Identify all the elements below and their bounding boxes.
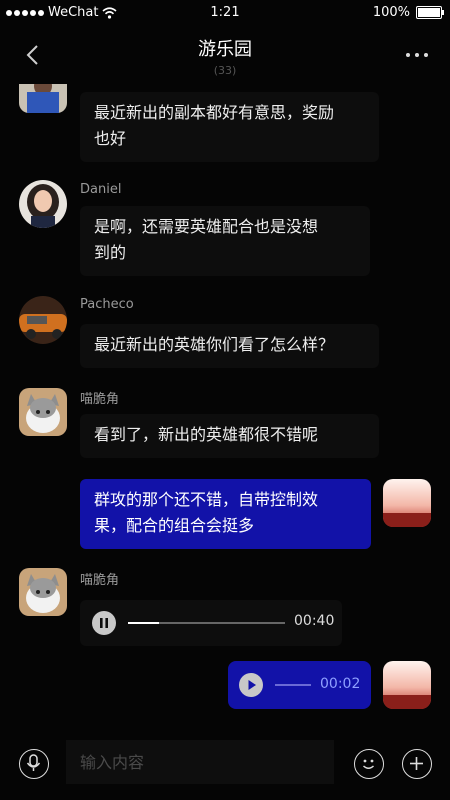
message-text: 看到了，新出的英雄都很不错呢 [94, 425, 319, 444]
message-bubble[interactable]: 看到了，新出的英雄都很不错呢 [80, 414, 379, 458]
sender-name: 喵脆角 [80, 392, 120, 407]
member-count: (33) [213, 64, 237, 77]
status-bar: WeChat 1:21 100% [0, 0, 450, 26]
message-bubble[interactable]: 是啊，还需要英雄配合也是没想 到的 [80, 206, 370, 276]
message-text: 是啊，还需要英雄配合也是没想 [94, 217, 319, 236]
voice-duration: 00:02 [320, 676, 361, 692]
plus-icon[interactable] [402, 749, 432, 779]
battery-percent: 100% [372, 5, 410, 20]
sender-name: 喵脆角 [80, 573, 120, 588]
voice-message-mine[interactable]: 00:02 [228, 661, 371, 709]
nav-bar: 游乐园 (33) [0, 26, 450, 84]
status-right: 100% [372, 5, 444, 20]
emoji-icon[interactable] [354, 749, 384, 779]
sender-name: Pacheco [80, 297, 134, 312]
chat-title: 游乐园 [198, 39, 252, 60]
message-bubble-mine[interactable]: 群攻的那个还不错，自带控制效 果，配合的组合会挺多 [80, 479, 371, 549]
my-avatar[interactable] [383, 661, 431, 709]
battery-icon [416, 6, 444, 19]
avatar[interactable] [19, 180, 67, 228]
message-text: 最近新出的副本都好有意思，奖励 [94, 103, 335, 122]
message-input[interactable] [66, 740, 334, 784]
voice-progress [128, 622, 160, 624]
message-bubble[interactable]: 最近新出的英雄你们看了怎么样？ [80, 324, 379, 368]
input-bar [0, 734, 450, 800]
microphone-icon[interactable] [19, 749, 49, 779]
message-bubble[interactable]: 最近新出的副本都好有意思，奖励 也好 [80, 92, 379, 162]
pause-icon[interactable] [92, 611, 116, 635]
play-icon[interactable] [239, 673, 263, 697]
message-text: 到的 [94, 243, 127, 262]
my-avatar[interactable] [383, 479, 431, 527]
avatar[interactable] [19, 388, 67, 436]
avatar[interactable] [19, 296, 67, 344]
more-icon[interactable] [406, 53, 428, 57]
voice-duration: 00:40 [294, 613, 335, 629]
chat-list[interactable]: 最近新出的副本都好有意思，奖励 也好 Daniel 是啊，还需要英雄配合也是没想… [0, 84, 450, 734]
voice-message[interactable]: 00:40 [80, 600, 342, 646]
sender-name: Daniel [80, 182, 122, 197]
voice-track[interactable] [275, 684, 311, 686]
avatar[interactable] [19, 84, 67, 113]
avatar[interactable] [19, 568, 67, 616]
message-text: 也好 [94, 129, 127, 148]
message-text: 群攻的那个还不错，自带控制效 [94, 490, 319, 509]
message-text: 果，配合的组合会挺多 [94, 516, 255, 535]
message-text: 最近新出的英雄你们看了怎么样？ [94, 335, 335, 354]
